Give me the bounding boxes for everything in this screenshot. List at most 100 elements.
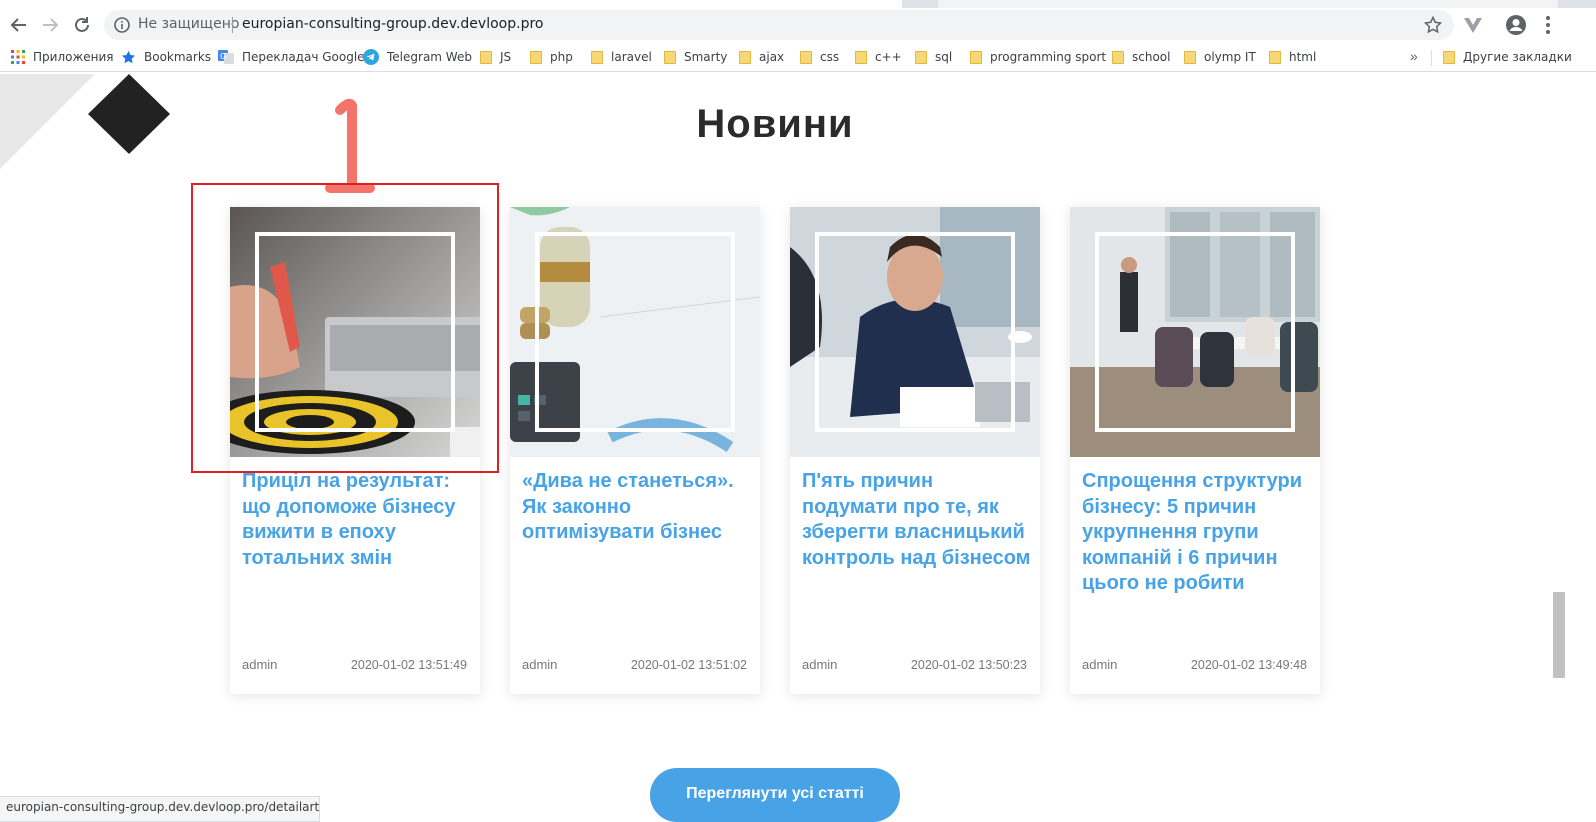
article-date: 2020-01-02 13:51:02 bbox=[630, 658, 747, 672]
bookmark-label: olymp IT bbox=[1204, 50, 1256, 64]
article-title[interactable]: «Дива не станеться». Як законно оптимізу… bbox=[522, 469, 754, 546]
article-card[interactable]: «Дива не станеться». Як законно оптимізу… bbox=[510, 207, 760, 694]
inactive-tab-edge[interactable] bbox=[938, 0, 1558, 8]
bookmark-bookmarks[interactable]: Bookmarks bbox=[121, 48, 211, 66]
bookmark-folder-sql[interactable]: sql bbox=[915, 48, 952, 66]
back-button[interactable] bbox=[6, 12, 32, 38]
browser-toolbar: Не защищено europian-consulting-group.de… bbox=[0, 8, 1596, 42]
section-title: Новини bbox=[696, 102, 854, 146]
bookmark-folder-cpp[interactable]: c++ bbox=[855, 48, 902, 66]
more-menu-icon[interactable] bbox=[1537, 14, 1559, 36]
bookmark-label: school bbox=[1132, 50, 1171, 64]
reload-button[interactable] bbox=[69, 12, 95, 38]
folder-icon bbox=[739, 50, 751, 64]
article-author: admin bbox=[802, 657, 838, 672]
bookmark-label: laravel bbox=[611, 50, 652, 64]
image-frame bbox=[1095, 232, 1295, 432]
folder-icon bbox=[530, 50, 542, 64]
article-title[interactable]: П'ять причин подумати про те, як зберегт… bbox=[802, 469, 1034, 571]
link-status-bar: europian-consulting-group.dev.devloop.pr… bbox=[0, 796, 320, 822]
folder-icon bbox=[915, 50, 927, 64]
bookmark-label: Перекладач Google bbox=[242, 50, 365, 64]
folder-icon bbox=[855, 50, 867, 64]
article-author: admin bbox=[1082, 657, 1118, 672]
bookmark-folder-olymp-it[interactable]: olymp IT bbox=[1184, 48, 1256, 66]
bookmark-label: sql bbox=[935, 50, 953, 64]
annotation-number-one bbox=[325, 98, 375, 193]
profile-avatar-icon[interactable] bbox=[1505, 14, 1527, 36]
bookmark-label: Smarty bbox=[684, 50, 728, 64]
article-title[interactable]: Спрощення структури бізнесу: 5 причин ук… bbox=[1082, 469, 1314, 597]
article-author: admin bbox=[242, 657, 278, 672]
image-frame bbox=[815, 232, 1015, 432]
article-date: 2020-01-02 13:50:23 bbox=[910, 658, 1027, 672]
bookmark-label: css bbox=[820, 50, 840, 64]
bookmarks-overflow-button[interactable]: » bbox=[1410, 48, 1418, 64]
folder-icon bbox=[1184, 50, 1196, 64]
bookmark-telegram[interactable]: Telegram Web bbox=[363, 48, 472, 66]
bookmark-google-translate[interactable]: G Перекладач Google bbox=[218, 48, 365, 66]
bookmark-label: JS bbox=[500, 50, 512, 64]
bookmark-label: Другие закладки bbox=[1463, 50, 1572, 64]
article-image[interactable] bbox=[1070, 207, 1320, 457]
url-text[interactable]: europian-consulting-group.dev.devloop.pr… bbox=[242, 16, 543, 32]
vue-devtools-extension-icon[interactable] bbox=[1462, 14, 1484, 36]
folder-icon bbox=[480, 50, 492, 64]
bookmark-label: programming sport bbox=[990, 50, 1107, 64]
scrollbar-track[interactable] bbox=[1550, 74, 1568, 822]
bookmark-label: html bbox=[1289, 50, 1317, 64]
bookmark-label: php bbox=[550, 50, 573, 64]
google-translate-icon: G bbox=[218, 50, 234, 64]
address-divider bbox=[232, 17, 233, 33]
annotation-highlight-box bbox=[191, 183, 499, 473]
forward-button[interactable] bbox=[37, 12, 63, 38]
bookmark-label: c++ bbox=[875, 50, 902, 64]
article-image[interactable] bbox=[790, 207, 1040, 457]
bookmarks-separator bbox=[1431, 50, 1432, 66]
article-card[interactable]: П'ять причин подумати про те, як зберегт… bbox=[790, 207, 1040, 694]
bookmark-folder-school[interactable]: school bbox=[1112, 48, 1170, 66]
star-icon bbox=[122, 50, 135, 63]
bookmark-folder-html[interactable]: html bbox=[1269, 48, 1316, 66]
address-bar[interactable]: Не защищено europian-consulting-group.de… bbox=[104, 10, 1454, 40]
article-image[interactable] bbox=[510, 207, 760, 457]
bookmark-label: Telegram Web bbox=[387, 50, 472, 64]
article-title[interactable]: Приціл на результат: що допоможе бізнесу… bbox=[242, 469, 474, 571]
bookmark-folder-smarty[interactable]: Smarty bbox=[664, 48, 727, 66]
folder-icon bbox=[970, 50, 982, 64]
scrollbar-thumb[interactable] bbox=[1553, 592, 1565, 678]
tab-strip bbox=[0, 0, 1596, 8]
active-tab-edge[interactable] bbox=[0, 0, 902, 8]
folder-icon bbox=[591, 50, 603, 64]
bookmark-folder-php[interactable]: php bbox=[530, 48, 573, 66]
folder-icon bbox=[1112, 50, 1124, 64]
apps-grid-icon bbox=[11, 50, 25, 64]
bookmark-label: Приложения bbox=[33, 50, 114, 64]
article-author: admin bbox=[522, 657, 558, 672]
article-card[interactable]: Спрощення структури бізнесу: 5 причин ук… bbox=[1070, 207, 1320, 694]
article-date: 2020-01-02 13:51:49 bbox=[350, 658, 467, 672]
bookmark-folder-laravel[interactable]: laravel bbox=[591, 48, 652, 66]
folder-icon bbox=[1443, 50, 1455, 64]
forward-arrow-icon bbox=[43, 18, 59, 32]
telegram-icon bbox=[363, 49, 379, 65]
bookmark-label: Bookmarks bbox=[144, 50, 212, 64]
bookmarks-bar: Приложения Bookmarks G Перекладач Google … bbox=[0, 42, 1596, 72]
bookmark-folder-css[interactable]: css bbox=[800, 48, 839, 66]
other-bookmarks-folder[interactable]: Другие закладки bbox=[1443, 48, 1572, 66]
bookmark-star-icon[interactable] bbox=[1424, 16, 1442, 34]
page-viewport: Новини Приціл на результат: що допоможе … bbox=[0, 74, 1596, 822]
bookmark-label: ajax bbox=[759, 50, 785, 64]
folder-icon bbox=[800, 50, 812, 64]
bookmark-apps[interactable]: Приложения bbox=[11, 48, 114, 66]
view-all-articles-button[interactable]: Переглянути усі статті bbox=[650, 768, 900, 822]
bookmark-folder-js[interactable]: JS bbox=[480, 48, 511, 66]
folder-icon bbox=[1269, 50, 1281, 64]
svg-text:G: G bbox=[220, 52, 226, 61]
security-label[interactable]: Не защищено bbox=[138, 16, 239, 32]
bookmark-folder-programming-sport[interactable]: programming sport bbox=[970, 48, 1106, 66]
info-icon[interactable] bbox=[114, 17, 130, 33]
bookmark-folder-ajax[interactable]: ajax bbox=[739, 48, 784, 66]
image-frame bbox=[535, 232, 735, 432]
back-arrow-icon bbox=[10, 18, 26, 32]
